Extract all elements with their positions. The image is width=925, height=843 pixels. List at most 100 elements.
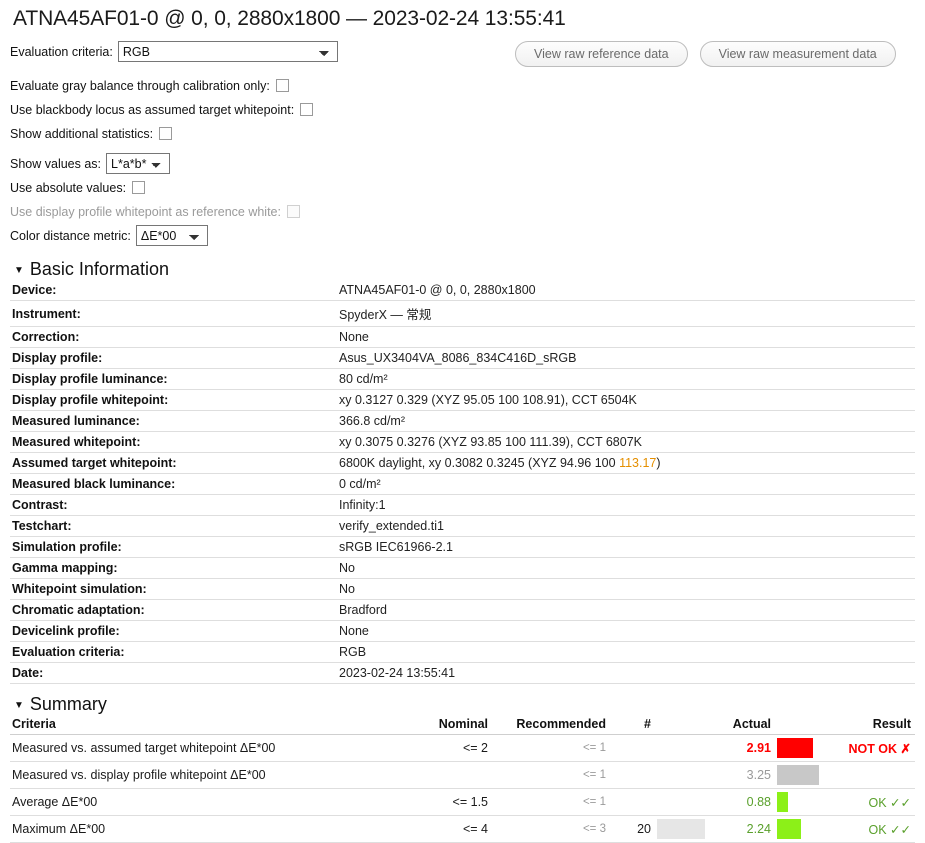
summary-bar-cell bbox=[775, 788, 830, 816]
summary-row: Average ΔE*00 <= 1.5 <= 1 0.88 OK ✓✓ bbox=[10, 788, 915, 816]
evaluation-criteria-select[interactable]: RGB bbox=[117, 41, 338, 62]
basic-information-title: Basic Information bbox=[29, 259, 169, 279]
summary-result: OK ✓✓ bbox=[830, 815, 915, 843]
summary-bar bbox=[777, 738, 813, 758]
info-row-value: RGB bbox=[337, 641, 915, 663]
color-distance-select[interactable]: ΔE*00 bbox=[135, 225, 208, 246]
summary-bar-cell bbox=[775, 815, 830, 843]
column-header-result: Result bbox=[830, 715, 915, 735]
info-row-value: None bbox=[337, 326, 915, 348]
summary-row: Measured vs. assumed target whitepoint Δ… bbox=[10, 734, 915, 762]
info-row-label: Devicelink profile: bbox=[10, 620, 337, 642]
info-row: Measured luminance: 366.8 cd/m² bbox=[10, 410, 915, 432]
info-row-label: Assumed target whitepoint: bbox=[10, 452, 337, 474]
info-row-value: 6800K daylight, xy 0.3082 0.3245 (XYZ 94… bbox=[337, 452, 915, 474]
info-row: Simulation profile: sRGB IEC61966-2.1 bbox=[10, 536, 915, 558]
basic-information-header[interactable]: ▼ Basic Information bbox=[10, 259, 915, 280]
info-row-label: Date: bbox=[10, 662, 337, 684]
summary-actual: 0.88 bbox=[710, 788, 775, 816]
summary-actual: 2.91 bbox=[710, 734, 775, 762]
info-row-label: Instrument: bbox=[10, 300, 337, 327]
info-row: Testchart: verify_extended.ti1 bbox=[10, 515, 915, 537]
summary-bar-cell bbox=[775, 761, 830, 789]
info-value-prefix: 6800K daylight, xy 0.3082 0.3245 (XYZ 94… bbox=[339, 456, 620, 470]
info-row: Contrast: Infinity:1 bbox=[10, 494, 915, 516]
blackbody-checkbox[interactable] bbox=[300, 103, 314, 116]
column-header-count: # bbox=[610, 715, 655, 735]
report-page: ATNA45AF01-0 @ 0, 0, 2880x1800 — 2023-02… bbox=[0, 0, 925, 843]
evaluation-criteria-label: Evaluation criteria: bbox=[10, 44, 113, 59]
summary-count bbox=[610, 788, 655, 816]
info-row-value: 80 cd/m² bbox=[337, 368, 915, 390]
info-row: Correction: None bbox=[10, 326, 915, 348]
summary-spark-cell bbox=[655, 788, 710, 816]
info-row-value: 2023-02-24 13:55:41 bbox=[337, 662, 915, 684]
triangle-down-icon: ▼ bbox=[14, 265, 24, 276]
info-row-value: Asus_UX3404VA_8086_834C416D_sRGB bbox=[337, 347, 915, 369]
option-additional-statistics: Show additional statistics: bbox=[10, 123, 915, 144]
info-row-value: No bbox=[337, 578, 915, 600]
info-row-label: Simulation profile: bbox=[10, 536, 337, 558]
info-row-label: Whitepoint simulation: bbox=[10, 578, 337, 600]
info-row: Instrument: SpyderX — 常规 bbox=[10, 300, 915, 327]
raw-data-buttons: View raw reference data View raw measure… bbox=[515, 41, 896, 67]
info-row-label: Display profile whitepoint: bbox=[10, 389, 337, 411]
view-raw-reference-data-button[interactable]: View raw reference data bbox=[515, 41, 688, 67]
info-row-value: No bbox=[337, 557, 915, 579]
info-row: Measured black luminance: 0 cd/m² bbox=[10, 473, 915, 495]
info-row: Display profile: Asus_UX3404VA_8086_834C4… bbox=[10, 347, 915, 369]
page-title: ATNA45AF01-0 @ 0, 0, 2880x1800 — 2023-02… bbox=[13, 7, 566, 30]
view-raw-measurement-data-button[interactable]: View raw measurement data bbox=[699, 41, 896, 67]
summary-result bbox=[830, 761, 915, 789]
absolute-values-label: Use absolute values: bbox=[10, 180, 127, 195]
gray-balance-label: Evaluate gray balance through calibratio… bbox=[10, 78, 270, 93]
summary-recommended: <= 1 bbox=[492, 734, 610, 762]
display-profile-wp-label: Use display profile whitepoint as refere… bbox=[10, 204, 281, 219]
additional-stats-label: Show additional statistics: bbox=[10, 126, 154, 141]
info-row: Evaluation criteria: RGB bbox=[10, 641, 915, 663]
show-values-select[interactable]: L*a*b* bbox=[106, 153, 171, 174]
info-row-label: Measured black luminance: bbox=[10, 473, 337, 495]
option-display-profile-whitepoint: Use display profile whitepoint as refere… bbox=[10, 201, 915, 222]
info-row-value: Bradford bbox=[337, 599, 915, 621]
display-profile-wp-checkbox bbox=[286, 205, 300, 218]
info-row-value: 366.8 cd/m² bbox=[337, 410, 915, 432]
summary-bar bbox=[777, 819, 801, 839]
summary-row: Maximum ΔE*00 <= 4 <= 3 20 2.24 OK ✓✓ bbox=[10, 815, 915, 843]
summary-header[interactable]: ▼ Summary bbox=[10, 694, 915, 715]
summary-nominal bbox=[410, 761, 492, 789]
summary-result: OK ✓✓ bbox=[830, 788, 915, 816]
summary-spark bbox=[657, 819, 705, 839]
info-row-label: Measured whitepoint: bbox=[10, 431, 337, 453]
option-color-distance-metric: Color distance metric: ΔE*00 bbox=[10, 225, 915, 246]
info-row-label: Measured luminance: bbox=[10, 410, 337, 432]
info-row-label: Display profile: bbox=[10, 347, 337, 369]
info-row: Measured whitepoint: xy 0.3075 0.3276 (XY… bbox=[10, 431, 915, 453]
info-row-value: SpyderX — 常规 bbox=[337, 300, 915, 327]
option-show-values-as: Show values as: L*a*b* bbox=[10, 153, 915, 174]
info-row-value: xy 0.3127 0.329 (XYZ 95.05 100 108.91), … bbox=[337, 389, 915, 411]
basic-information-table: Device: ATNA45AF01-0 @ 0, 0, 2880x1800 Ins… bbox=[10, 280, 915, 684]
gray-balance-checkbox[interactable] bbox=[275, 79, 289, 92]
summary-table: Criteria Nominal Recommended # Actual Re… bbox=[10, 715, 915, 843]
summary-nominal: <= 2 bbox=[410, 734, 492, 762]
info-row: Device: ATNA45AF01-0 @ 0, 0, 2880x1800 bbox=[10, 280, 915, 301]
info-row: Assumed target whitepoint: 6800K daylight… bbox=[10, 452, 915, 474]
summary-actual: 3.25 bbox=[710, 761, 775, 789]
summary-recommended: <= 1 bbox=[492, 788, 610, 816]
info-row-value: Infinity:1 bbox=[337, 494, 915, 516]
summary-recommended: <= 3 bbox=[492, 815, 610, 843]
summary-recommended: <= 1 bbox=[492, 761, 610, 789]
option-blackbody-locus: Use blackbody locus as assumed target wh… bbox=[10, 99, 915, 120]
info-row: Display profile whitepoint: xy 0.3127 0.3… bbox=[10, 389, 915, 411]
column-header-criteria: Criteria bbox=[10, 715, 410, 735]
info-row-label: Evaluation criteria: bbox=[10, 641, 337, 663]
blackbody-label: Use blackbody locus as assumed target wh… bbox=[10, 102, 295, 117]
summary-nominal: <= 1.5 bbox=[410, 788, 492, 816]
info-row-label: Chromatic adaptation: bbox=[10, 599, 337, 621]
column-header-nominal: Nominal bbox=[410, 715, 492, 735]
additional-stats-checkbox[interactable] bbox=[159, 127, 173, 140]
info-row: Chromatic adaptation: Bradford bbox=[10, 599, 915, 621]
absolute-values-checkbox[interactable] bbox=[132, 181, 146, 194]
